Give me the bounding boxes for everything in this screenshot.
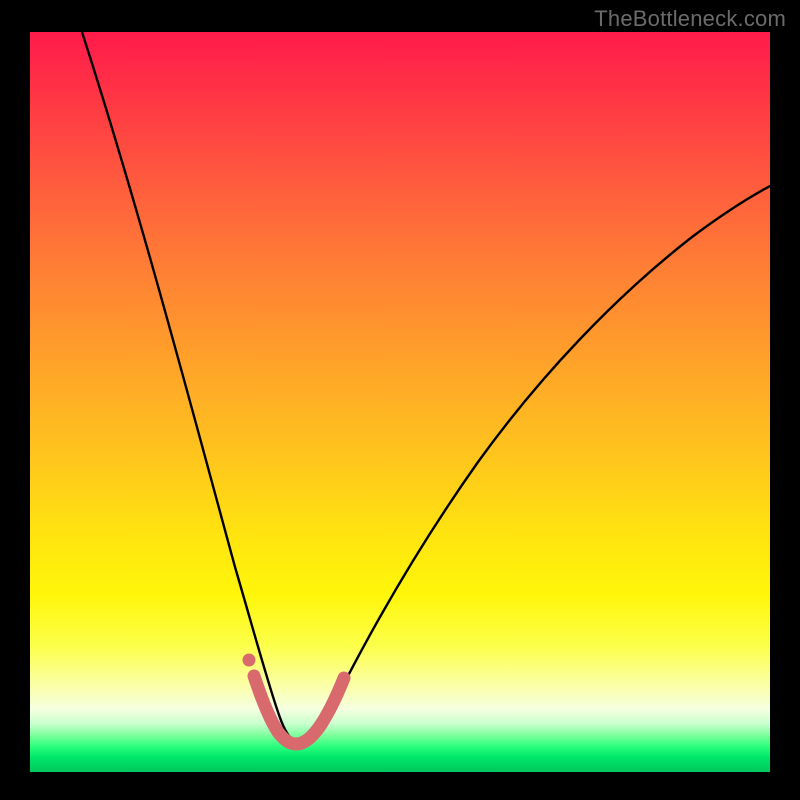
plot-area bbox=[30, 32, 770, 772]
highlight-dot bbox=[243, 654, 256, 667]
watermark-label: TheBottleneck.com bbox=[594, 6, 786, 32]
chart-frame: TheBottleneck.com bbox=[0, 0, 800, 800]
highlight-segment bbox=[254, 676, 344, 744]
curve-svg bbox=[30, 32, 770, 772]
bottleneck-curve bbox=[82, 32, 770, 741]
